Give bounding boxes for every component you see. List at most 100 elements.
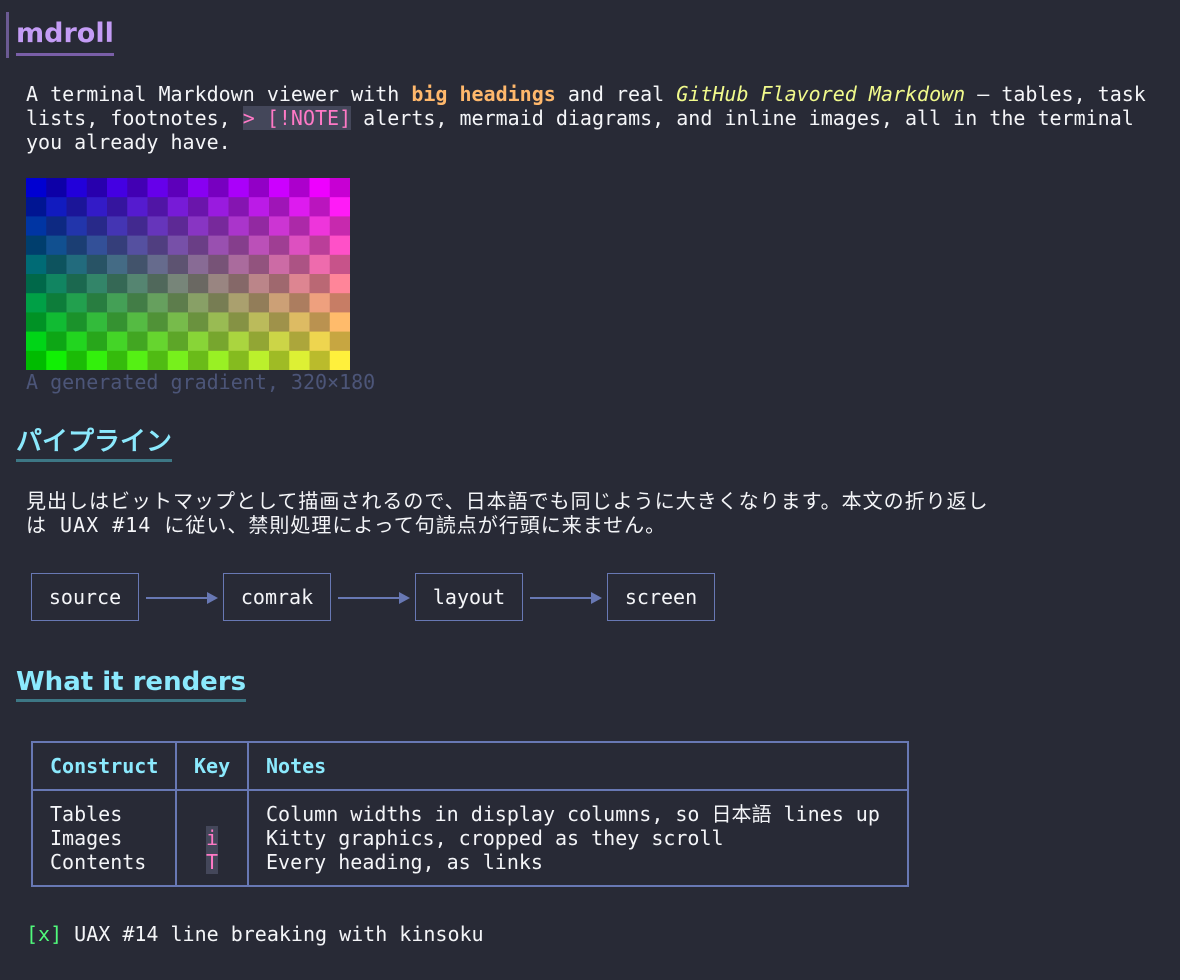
table-cell-construct: Images [50, 826, 123, 850]
intro-paragraph: A terminal Markdown viewer with big head… [26, 82, 1166, 154]
gradient-cell [147, 274, 169, 294]
gradient-cell [188, 350, 209, 370]
pipeline-line: 見出しはビットマップとして描画されるので、日本語でも同じように大きくなります。本… [26, 489, 989, 513]
gradient-cell [188, 293, 209, 313]
gradient-cell [289, 216, 311, 237]
diagram-arrow [338, 592, 410, 604]
gradient-cell [86, 197, 108, 217]
gradient-cell [309, 178, 331, 198]
gradient-cell [269, 216, 290, 237]
task-checkbox[interactable]: [x] [26, 922, 62, 946]
gradient-cell [86, 274, 108, 294]
key-badge: T [206, 850, 219, 874]
gradient-cell [228, 293, 250, 313]
key-badge: i [206, 826, 219, 850]
gradient-cell [269, 197, 290, 217]
table-divider [31, 789, 909, 791]
gradient-cell [228, 197, 250, 217]
gradient-cell [127, 235, 149, 256]
gradient-cell [107, 293, 128, 313]
table-header-key: Key [194, 754, 231, 778]
table-cell-key: T [206, 850, 219, 874]
gradient-cell [107, 331, 128, 352]
gradient-cell [86, 331, 108, 352]
gradient-cell [208, 216, 230, 237]
gradient-cell [329, 350, 350, 370]
gradient-cell [147, 235, 169, 256]
gradient-cell [46, 254, 68, 275]
gradient-cell [127, 197, 149, 217]
gradient-cell [107, 254, 128, 275]
gradient-cell [248, 331, 270, 352]
gradient-cell [127, 293, 149, 313]
gradient-cell [269, 350, 290, 370]
page-title: mdroll [16, 16, 114, 56]
gradient-cell [188, 216, 209, 237]
gradient-cell [309, 235, 331, 256]
gradient-cell [289, 293, 311, 313]
gradient-cell [46, 197, 68, 217]
gradient-cell [269, 312, 290, 333]
gradient-cell [147, 312, 169, 333]
table-cell-construct: Tables [50, 802, 123, 826]
gradient-cell [107, 274, 128, 294]
gradient-cell [269, 178, 290, 198]
bold-text: big headings [411, 82, 556, 106]
gradient-cell [46, 178, 68, 198]
gradient-cell [86, 350, 108, 370]
gradient-cell [188, 235, 209, 256]
gradient-cell [167, 350, 189, 370]
intro-text: and real [555, 82, 677, 106]
intro-text: alerts, mermaid diagrams, and inline ima… [351, 106, 1134, 130]
gradient-cell [147, 178, 169, 198]
gradient-cell [46, 312, 68, 333]
gradient-cell [167, 178, 189, 198]
gradient-cell [167, 216, 189, 237]
gradient-cell [329, 178, 350, 198]
gradient-cell [329, 312, 350, 333]
gradient-cell [26, 254, 47, 275]
gradient-cell [147, 254, 169, 275]
gradient-cell [309, 216, 331, 237]
gradient-cell [329, 274, 350, 294]
pipeline-paragraph: 見出しはビットマップとして描画されるので、日本語でも同じように大きくなります。本… [26, 489, 1166, 537]
gradient-cell [269, 274, 290, 294]
diagram-arrow [530, 592, 602, 604]
gradient-cell [127, 331, 149, 352]
gradient-cell [127, 312, 149, 333]
gradient-cell [66, 216, 88, 237]
gradient-cell [248, 293, 270, 313]
table-header-notes: Notes [266, 754, 327, 778]
gradient-cell [86, 235, 108, 256]
gradient-cell [66, 293, 88, 313]
gradient-cell [228, 235, 250, 256]
gradient-cell [107, 216, 128, 237]
gradient-cell [329, 216, 350, 237]
gradient-cell [208, 331, 230, 352]
intro-text: A terminal Markdown viewer with [26, 82, 412, 106]
gradient-cell [208, 350, 230, 370]
gradient-cell [309, 293, 331, 313]
gradient-cell [107, 312, 128, 333]
gradient-cell [248, 235, 270, 256]
gradient-cell [66, 331, 88, 352]
gradient-cell [127, 350, 149, 370]
gradient-cell [167, 293, 189, 313]
gradient-cell [228, 178, 250, 198]
section-heading-renders: What it renders [16, 665, 247, 702]
intro-text: — tables, task [965, 82, 1146, 106]
gradient-cell [329, 197, 350, 217]
table-divider [247, 741, 249, 887]
gradient-cell [46, 331, 68, 352]
gradient-cell [289, 235, 311, 256]
gradient-cell [26, 312, 47, 333]
gradient-cell [208, 312, 230, 333]
gradient-cell [46, 350, 68, 370]
gradient-cell [188, 254, 209, 275]
gradient-cell [86, 216, 108, 237]
gradient-cell [188, 197, 209, 217]
gradient-cell [26, 331, 47, 352]
gradient-cell [26, 274, 47, 294]
gradient-cell [46, 216, 68, 237]
diagram-arrow [146, 592, 218, 604]
